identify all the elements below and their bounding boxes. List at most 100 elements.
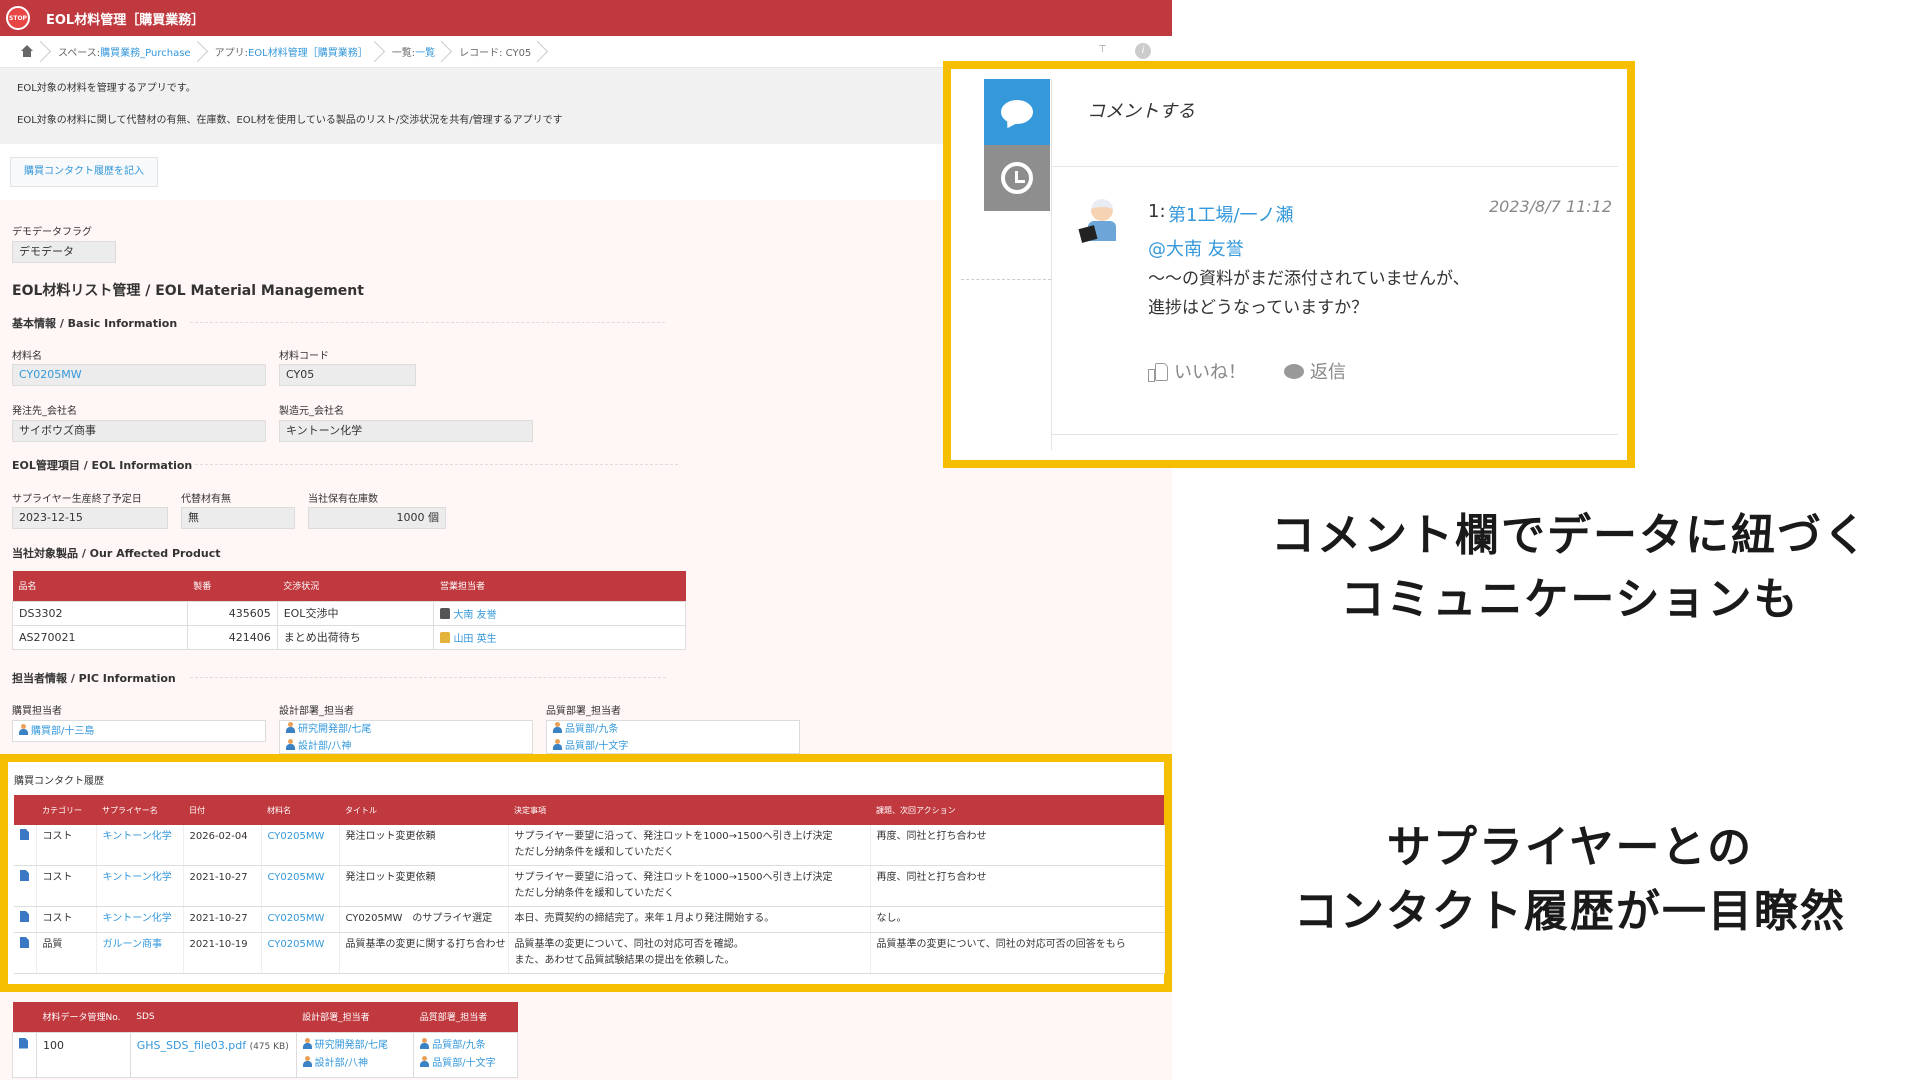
history-col-category: カテゴリー	[36, 795, 96, 825]
affected-col-no: 製番	[187, 571, 278, 601]
table-row: コスト キントーン化学 2021-10-27 CY0205MW 発注ロット変更依…	[14, 865, 1165, 907]
quality-pic-field: 品質部/九条 品質部/十文字	[546, 720, 800, 754]
comment-body: ～～の資料がまだ添付されていませんが、 進捗はどうなっていますか？	[1148, 269, 1470, 318]
table-row: コスト キントーン化学 2021-10-27 CY0205MW CY0205MW…	[14, 906, 1165, 933]
user-icon	[302, 1055, 312, 1067]
pic-info-header: 担当者情報 / PIC Information	[12, 672, 176, 685]
history-icon	[1001, 162, 1033, 194]
info-icon[interactable]: i	[1135, 43, 1151, 59]
material-col-no: 材料データ管理No.	[36, 1002, 131, 1032]
home-icon	[20, 44, 34, 59]
comment-panel-highlight: コメントする 1: 第1工場/一ノ瀬 2023/8/7 11:12 @大南 友誉…	[943, 61, 1635, 468]
history-col-material: 材料名	[261, 795, 339, 825]
user-icon	[553, 722, 562, 733]
record-main-title: EOL材料リスト管理 / EOL Material Management	[12, 283, 364, 299]
demo-flag-label: デモデータフラグ	[12, 227, 92, 238]
chat-bubble-icon	[1284, 363, 1304, 379]
app-title: EOL材料管理［購買業務］	[46, 12, 205, 28]
material-col-design: 設計部署_担当者	[296, 1002, 414, 1032]
maker-field: キントーン化学	[279, 420, 533, 442]
chat-bubble-icon	[1001, 100, 1033, 124]
demo-flag-value: デモデータ	[12, 241, 116, 263]
design-pic-label: 設計部署_担当者	[279, 706, 354, 717]
affected-col-person: 営業担当者	[433, 571, 686, 601]
comment-placeholder: コメントする	[1087, 101, 1195, 122]
material-code-label: 材料コード	[279, 351, 329, 362]
material-data-table: 材料データ管理No. SDS 設計部署_担当者 品質部署_担当者 100 GHS…	[12, 1002, 518, 1078]
history-col-decision: 決定事項	[508, 795, 870, 825]
comment-input[interactable]: コメントする	[1052, 79, 1618, 167]
design-pic-field: 研究開発部/七尾 設計部/八神	[279, 720, 533, 754]
avatar	[440, 607, 451, 619]
buyer-field: 購買部/十三島	[12, 720, 266, 742]
affected-col-status: 交渉状況	[277, 571, 434, 601]
history-col-next-action: 課題、次回アクション	[870, 795, 1164, 825]
eol-info-header: EOL管理項目 / EOL Information	[12, 459, 193, 472]
affected-col-name: 品名	[12, 571, 188, 601]
quality-pic-label: 品質部署_担当者	[546, 706, 621, 717]
material-col-sds: SDS	[130, 1002, 297, 1032]
supplier-field: サイボウズ商事	[12, 420, 266, 442]
material-name-field[interactable]: CY0205MW	[12, 364, 266, 386]
user-icon	[19, 724, 28, 735]
history-col-title: タイトル	[339, 795, 508, 825]
sidebar-divider	[961, 279, 1051, 280]
record-detail-icon[interactable]	[20, 937, 29, 948]
comment-tab-button[interactable]	[984, 79, 1050, 145]
comment-number: 1:	[1148, 201, 1166, 222]
material-col-quality: 品質部署_担当者	[413, 1002, 518, 1032]
pic-info-divider	[190, 677, 666, 678]
record-detail-icon[interactable]	[20, 911, 29, 922]
avatar	[1078, 193, 1124, 247]
end-date-field: 2023-12-15	[12, 507, 168, 529]
stock-field: 1000 個	[308, 507, 446, 529]
table-row: AS270021 421406 まとめ出荷待ち 山田 英生	[12, 624, 686, 650]
pin-icon[interactable]: ⊤	[1098, 44, 1108, 58]
comment-mention[interactable]: @大南 友誉	[1148, 235, 1244, 261]
stock-label: 当社保有在庫数	[308, 494, 378, 505]
buyer-label: 購買担当者	[12, 706, 62, 717]
breadcrumb-home[interactable]	[0, 36, 44, 68]
alternative-label: 代替材有無	[181, 494, 231, 505]
record-detail-icon[interactable]	[20, 829, 29, 840]
end-date-label: サプライヤー生産終了予定日	[12, 494, 142, 505]
breadcrumb-space[interactable]: スペース: 購買業務_Purchase	[44, 36, 201, 68]
affected-product-table: 品名 製番 交渉状況 営業担当者 DS3302 435605 EOL交渉中 大南…	[12, 571, 686, 650]
user-icon	[302, 1037, 312, 1049]
user-icon	[420, 1037, 430, 1049]
breadcrumb-app[interactable]: アプリ: EOL材料管理［購買業務］	[201, 36, 378, 68]
stop-icon: STOP	[6, 6, 30, 30]
avatar	[440, 631, 451, 643]
supplier-label: 発注先_会社名	[12, 406, 77, 417]
contact-history-title: 購買コンタクト履歴	[14, 776, 104, 787]
comment-item: 1: 第1工場/一ノ瀬 2023/8/7 11:12 @大南 友誉 ～～の資料が…	[1052, 167, 1618, 453]
record-detail-icon[interactable]	[19, 1037, 28, 1049]
material-code-field: CY05	[279, 364, 416, 386]
add-contact-history-button[interactable]: 購買コンタクト履歴を記入	[10, 157, 158, 187]
sds-file-link[interactable]: GHS_SDS_file03.pdf	[137, 1039, 246, 1052]
basic-info-header: 基本情報 / Basic Information	[12, 317, 178, 330]
reply-button[interactable]: 返信	[1284, 358, 1346, 384]
history-caption: サプライヤーとの コンタクト履歴が一目瞭然	[1294, 822, 1846, 937]
like-button[interactable]: いいね！	[1148, 358, 1246, 384]
thumbs-up-icon	[1148, 362, 1168, 382]
record-detail-icon[interactable]	[20, 870, 29, 881]
user-icon	[420, 1055, 430, 1067]
table-row: DS3302 435605 EOL交渉中 大南 友誉	[12, 600, 686, 626]
table-row: コスト キントーン化学 2026-02-04 CY0205MW 発注ロット変更依…	[14, 825, 1165, 866]
user-icon	[553, 739, 562, 750]
alternative-field: 無	[181, 507, 295, 529]
user-icon	[286, 722, 295, 733]
app-title-bar: STOP EOL材料管理［購買業務］	[0, 0, 1172, 36]
user-icon	[286, 739, 295, 750]
comment-divider	[1052, 434, 1618, 435]
breadcrumb-record: レコード: CY05	[445, 36, 541, 68]
revision-history-button[interactable]	[984, 145, 1050, 211]
table-row: 100 GHS_SDS_file03.pdf (475 KB) 研究開発部/七尾…	[12, 1031, 518, 1078]
contact-history-table: カテゴリー サプライヤー名 日付 材料名 タイトル 決定事項 課題、次回アクショ…	[14, 795, 1165, 974]
material-name-label: 材料名	[12, 351, 42, 362]
history-col-date: 日付	[183, 795, 261, 825]
comment-caption: コメント欄でデータに紐づく コミュニケーションも	[1271, 510, 1869, 625]
comment-author[interactable]: 第1工場/一ノ瀬	[1168, 201, 1294, 227]
breadcrumb-list[interactable]: 一覧: 一覧	[378, 36, 445, 68]
